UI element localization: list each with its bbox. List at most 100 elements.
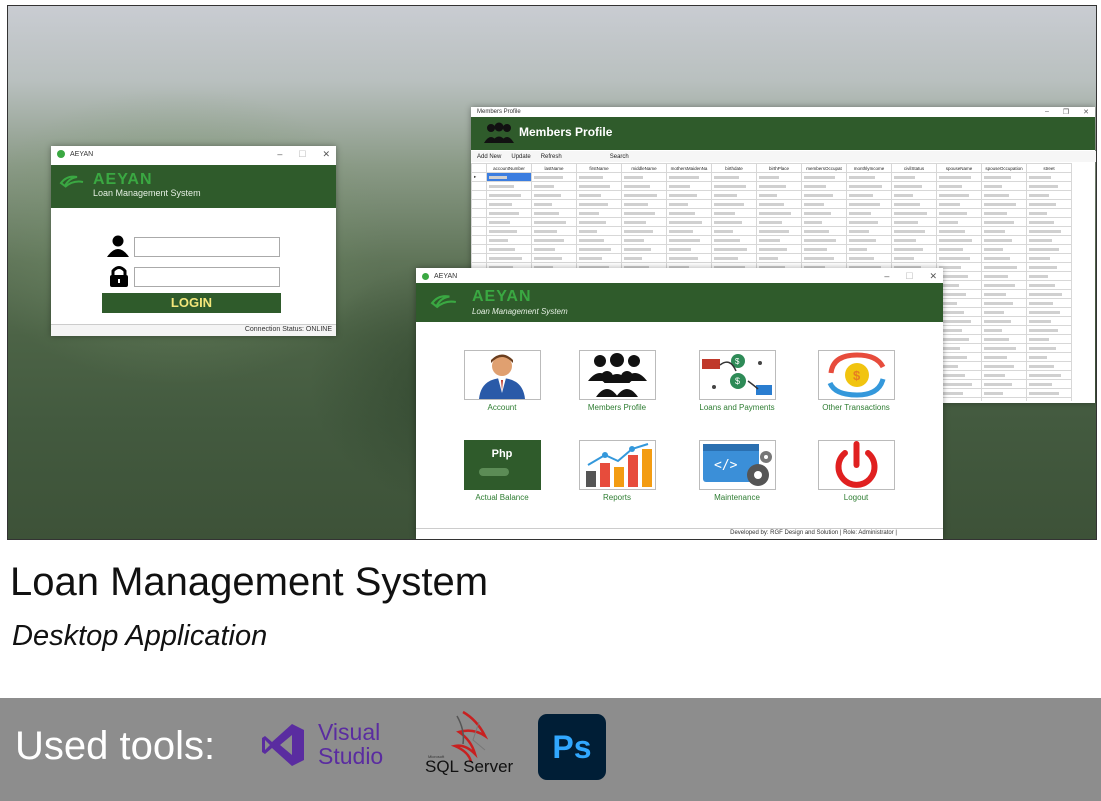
grid-cell[interactable] xyxy=(1026,325,1072,335)
grid-cell[interactable] xyxy=(531,226,577,236)
grid-cell[interactable] xyxy=(981,217,1027,227)
grid-cell[interactable] xyxy=(1026,172,1072,182)
table-row[interactable]: ▸ xyxy=(471,172,1072,182)
tile-reports[interactable]: Reports xyxy=(567,440,667,502)
grid-cell[interactable] xyxy=(531,244,577,254)
grid-cell[interactable] xyxy=(891,172,937,182)
grid-cell[interactable] xyxy=(756,181,802,191)
grid-cell[interactable] xyxy=(936,181,982,191)
grid-cell[interactable] xyxy=(531,172,577,182)
grid-cell[interactable] xyxy=(936,271,982,281)
grid-cell[interactable] xyxy=(1026,397,1072,401)
grid-cell[interactable] xyxy=(801,181,847,191)
grid-cell[interactable] xyxy=(936,253,982,263)
grid-cell[interactable] xyxy=(801,217,847,227)
grid-cell[interactable] xyxy=(486,235,532,245)
grid-cell[interactable] xyxy=(711,217,757,227)
grid-cell[interactable] xyxy=(666,181,712,191)
grid-cell[interactable] xyxy=(846,172,892,182)
grid-cell[interactable] xyxy=(486,244,532,254)
grid-cell[interactable] xyxy=(936,307,982,317)
grid-cell[interactable] xyxy=(801,190,847,200)
grid-cell[interactable] xyxy=(576,253,622,263)
grid-cell[interactable] xyxy=(981,181,1027,191)
grid-cell[interactable] xyxy=(846,217,892,227)
grid-cell[interactable] xyxy=(936,235,982,245)
grid-cell[interactable] xyxy=(846,226,892,236)
grid-cell[interactable] xyxy=(891,199,937,209)
grid-cell[interactable] xyxy=(981,199,1027,209)
grid-cell[interactable] xyxy=(756,235,802,245)
grid-cell[interactable] xyxy=(981,370,1027,380)
grid-cell[interactable] xyxy=(801,172,847,182)
grid-column-header[interactable]: membersOccupat xyxy=(801,163,847,173)
minimize-icon[interactable]: – xyxy=(1045,108,1049,116)
grid-cell[interactable] xyxy=(621,181,667,191)
grid-column-header[interactable]: lastName xyxy=(531,163,577,173)
grid-cell[interactable] xyxy=(1026,307,1072,317)
maximize-icon[interactable]: ❐ xyxy=(1063,108,1069,116)
grid-cell[interactable] xyxy=(621,217,667,227)
grid-cell[interactable] xyxy=(936,208,982,218)
grid-cell[interactable] xyxy=(981,316,1027,326)
grid-cell[interactable] xyxy=(981,334,1027,344)
grid-cell[interactable] xyxy=(531,181,577,191)
grid-cell[interactable] xyxy=(756,217,802,227)
grid-column-header[interactable]: accountNumber xyxy=(486,163,532,173)
grid-cell[interactable] xyxy=(981,190,1027,200)
grid-cell[interactable] xyxy=(531,235,577,245)
grid-cell[interactable] xyxy=(936,262,982,272)
grid-column-header[interactable]: street xyxy=(1026,163,1072,173)
grid-cell[interactable] xyxy=(1026,280,1072,290)
grid-column-header[interactable]: birthdate xyxy=(711,163,757,173)
grid-cell[interactable] xyxy=(486,226,532,236)
grid-cell[interactable] xyxy=(486,190,532,200)
grid-cell[interactable] xyxy=(936,289,982,299)
grid-cell[interactable] xyxy=(666,244,712,254)
table-row[interactable] xyxy=(471,226,1072,236)
grid-cell[interactable] xyxy=(936,397,982,401)
grid-cell[interactable] xyxy=(846,253,892,263)
grid-cell[interactable] xyxy=(1026,361,1072,371)
grid-cell[interactable] xyxy=(666,253,712,263)
grid-cell[interactable] xyxy=(711,244,757,254)
grid-cell[interactable] xyxy=(666,208,712,218)
table-row[interactable] xyxy=(471,181,1072,191)
grid-cell[interactable] xyxy=(756,253,802,263)
grid-cell[interactable] xyxy=(621,199,667,209)
grid-cell[interactable] xyxy=(666,199,712,209)
grid-column-header[interactable]: mothersMaidenNa xyxy=(666,163,712,173)
grid-cell[interactable] xyxy=(1026,217,1072,227)
grid-cell[interactable] xyxy=(666,235,712,245)
grid-column-header[interactable]: monthlyIncome xyxy=(846,163,892,173)
grid-cell[interactable] xyxy=(981,226,1027,236)
grid-cell[interactable] xyxy=(891,208,937,218)
maximize-icon[interactable]: ☐ xyxy=(298,149,306,160)
search-button[interactable]: Search xyxy=(610,154,629,160)
grid-cell[interactable] xyxy=(1026,289,1072,299)
grid-cell[interactable] xyxy=(936,226,982,236)
grid-cell[interactable] xyxy=(981,271,1027,281)
grid-cell[interactable] xyxy=(846,190,892,200)
grid-cell[interactable] xyxy=(981,262,1027,272)
grid-cell[interactable] xyxy=(1026,181,1072,191)
grid-cell[interactable] xyxy=(711,226,757,236)
grid-cell[interactable] xyxy=(981,298,1027,308)
minimize-icon[interactable]: – xyxy=(277,149,282,160)
grid-cell[interactable] xyxy=(1026,208,1072,218)
grid-cell[interactable] xyxy=(756,172,802,182)
grid-cell[interactable] xyxy=(891,226,937,236)
grid-cell[interactable] xyxy=(891,190,937,200)
grid-cell[interactable] xyxy=(981,379,1027,389)
username-field[interactable] xyxy=(134,237,280,257)
grid-cell[interactable] xyxy=(1026,262,1072,272)
grid-cell[interactable] xyxy=(576,217,622,227)
grid-cell[interactable] xyxy=(936,343,982,353)
grid-cell[interactable] xyxy=(936,334,982,344)
grid-cell[interactable] xyxy=(486,199,532,209)
grid-cell[interactable] xyxy=(936,325,982,335)
grid-cell[interactable] xyxy=(576,235,622,245)
grid-cell[interactable] xyxy=(576,181,622,191)
grid-cell[interactable] xyxy=(621,226,667,236)
grid-cell[interactable] xyxy=(1026,190,1072,200)
